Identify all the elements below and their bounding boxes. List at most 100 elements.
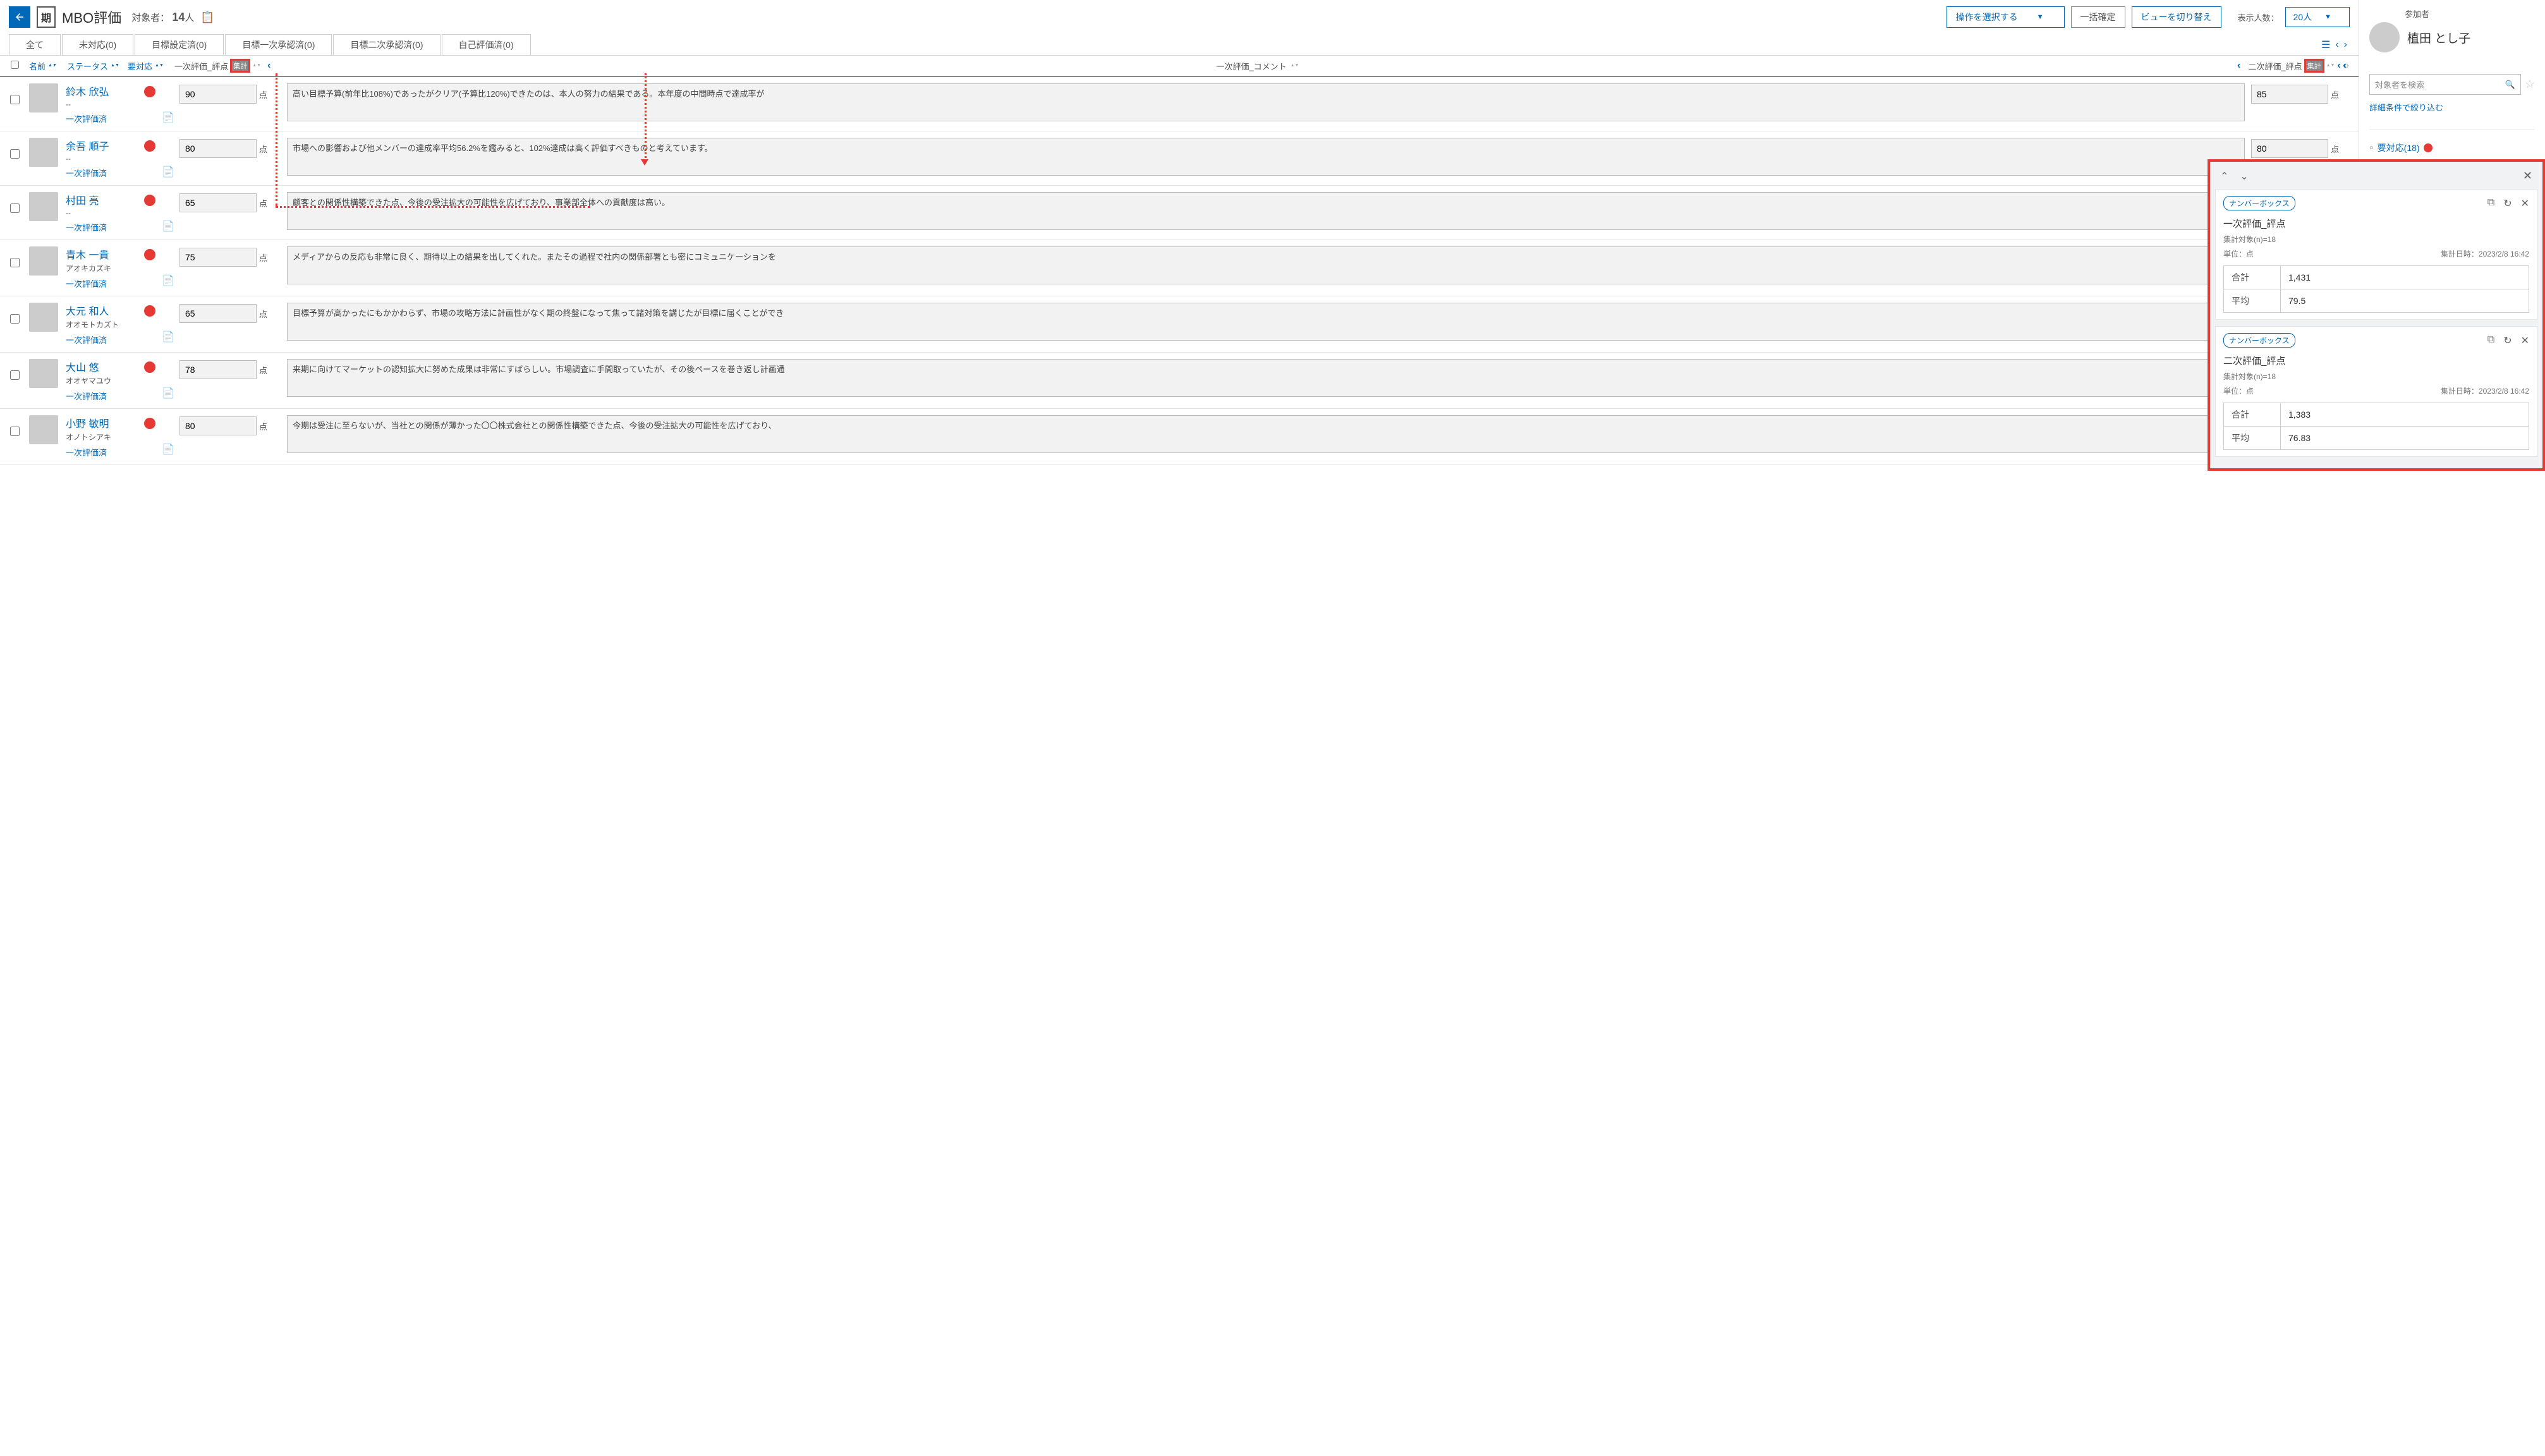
score1-input[interactable] — [179, 304, 257, 323]
main-pane: 期 MBO評価 対象者： 14人 📋 操作を選択する 一括確定 ビューを切り替え… — [0, 0, 2359, 465]
row-checkbox[interactable] — [10, 95, 20, 104]
tab-all[interactable]: 全て — [9, 34, 61, 55]
star-icon[interactable]: ☆ — [2525, 78, 2535, 91]
operation-select[interactable]: 操作を選択する — [1947, 6, 2065, 28]
score1-input[interactable] — [179, 85, 257, 104]
person-name-link[interactable]: 鈴木 欣弘 — [66, 83, 144, 99]
popup-down-icon[interactable]: ⌄ — [2240, 170, 2248, 183]
score2-input[interactable] — [2251, 85, 2328, 104]
clipboard-icon[interactable]: 📋 — [200, 11, 214, 24]
search-input[interactable]: 対象者を検索 🔍 — [2369, 74, 2521, 95]
comment-box[interactable]: 今期は受注に至らないが、当社との関係が薄かった〇〇株式会社との関係性構築できた点… — [287, 415, 2245, 453]
summary-nav: ⌃ ⌄ ✕ — [2215, 167, 2537, 189]
score1-input[interactable] — [179, 139, 257, 158]
document-icon[interactable]: 📄 — [162, 332, 174, 343]
avatar — [29, 83, 58, 112]
table-row: 青木 一貴 アオキカズキ 一次評価済 📄 点 メディアからの反応も非常に良く、期… — [0, 240, 2359, 296]
display-count-select[interactable]: 20人 — [2285, 7, 2350, 27]
col-need[interactable]: 要対応▲▼ — [128, 60, 169, 72]
select-all-checkbox[interactable] — [11, 61, 19, 69]
row-checkbox[interactable] — [10, 149, 20, 159]
col-next-icon[interactable]: › — [2346, 60, 2349, 71]
score1-input[interactable] — [179, 360, 257, 379]
status-dot-icon — [144, 86, 155, 97]
number-box-badge: ナンバーボックス — [2223, 333, 2295, 348]
switch-view-button[interactable]: ビューを切り替え — [2132, 6, 2221, 28]
status-dot-icon — [144, 418, 155, 429]
col-comment[interactable]: 一次評価_コメント▲▼ — [283, 60, 2232, 72]
row-checkbox[interactable] — [10, 258, 20, 267]
tab-goal-1st[interactable]: 目標一次承認済(0) — [225, 34, 332, 55]
bullet-icon: ○ — [2369, 144, 2374, 152]
tab-prev-icon[interactable]: ‹ — [2335, 39, 2338, 51]
col-prev-icon[interactable]: ‹ — [2337, 60, 2340, 71]
status-dot-icon — [144, 195, 155, 206]
back-button[interactable] — [9, 6, 30, 28]
need-action-item[interactable]: ○ 要対応(18) — [2369, 130, 2535, 154]
summary-table: 合計1,431 平均79.5 — [2223, 265, 2529, 313]
bulk-confirm-button[interactable]: 一括確定 — [2071, 6, 2125, 28]
comment-box[interactable]: メディアからの反応も非常に良く、期待以上の結果を出してくれた。またその過程で社内… — [287, 246, 2245, 284]
person-kana: オノトシアキ — [66, 432, 144, 442]
document-icon[interactable]: 📄 — [162, 167, 174, 178]
summary-card-1: ナンバーボックス ⧉ ↻ ✕ 一次評価_評点 集計対象(n)=18 単位：点 集… — [2215, 189, 2537, 320]
row-checkbox[interactable] — [10, 370, 20, 380]
sort-icon: ▲▼ — [1291, 64, 1299, 68]
score1-input[interactable] — [179, 416, 257, 435]
sort-icon: ▲▼ — [2326, 64, 2335, 68]
person-name-link[interactable]: 大元 和人 — [66, 303, 144, 318]
col-name[interactable]: 名前▲▼ — [29, 60, 67, 72]
aggregate-badge-2[interactable]: 集計 — [2305, 59, 2324, 72]
row-checkbox[interactable] — [10, 314, 20, 324]
table-row: 大山 悠 オオヤマユウ 一次評価済 📄 点 来期に向けてマーケットの認知拡大に努… — [0, 353, 2359, 409]
comment-box[interactable]: 高い目標予算(前年比108%)であったがクリア(予算比120%)できたのは、本人… — [287, 83, 2245, 121]
aggregate-badge-1[interactable]: 集計 — [231, 59, 250, 72]
close-icon[interactable]: ✕ — [2521, 334, 2529, 347]
person-name-link[interactable]: 小野 敏明 — [66, 415, 144, 430]
row-checkbox[interactable] — [10, 427, 20, 436]
person-status: 一次評価済 — [66, 334, 144, 346]
col-score2[interactable]: ‹ 二次評価_評点 集計 ▲▼ ‹ ‹‹ › — [2232, 59, 2359, 72]
comment-box[interactable]: 顧客との関係性構築できた点、今後の受注拡大の可能性を広げており、事業部全体への貢… — [287, 192, 2245, 230]
document-icon[interactable]: 📄 — [162, 444, 174, 455]
refresh-icon[interactable]: ↻ — [2503, 334, 2512, 347]
person-name-link[interactable]: 余吾 順子 — [66, 138, 144, 153]
participant-name: 植田 とし子 — [2407, 29, 2470, 46]
rows-container: 鈴木 欣弘 -- 一次評価済 📄 点 高い目標予算(前年比108%)であったがク… — [0, 77, 2359, 465]
col-prev-icon[interactable]: ‹ — [267, 60, 270, 71]
popup-close-button[interactable]: ✕ — [2523, 169, 2532, 183]
col-status[interactable]: ステータス▲▼ — [67, 60, 128, 72]
tab-pending[interactable]: 未対応(0) — [62, 34, 133, 55]
document-icon[interactable]: 📄 — [162, 388, 174, 399]
popup-up-icon[interactable]: ⌃ — [2220, 170, 2228, 183]
score1-input[interactable] — [179, 248, 257, 267]
col-score1[interactable]: 一次評価_評点 集計 ▲▼ ‹ — [169, 59, 283, 72]
document-icon[interactable]: 📄 — [162, 276, 174, 286]
copy-icon[interactable]: ⧉ — [2487, 197, 2494, 210]
row-checkbox[interactable] — [10, 203, 20, 213]
filter-link[interactable]: 詳細条件で絞り込む — [2369, 101, 2535, 113]
annotation-arrow-icon — [641, 159, 648, 166]
tab-self-eval[interactable]: 自己評価済(0) — [442, 34, 531, 55]
person-name-link[interactable]: 村田 亮 — [66, 192, 144, 207]
tab-next-icon[interactable]: › — [2344, 39, 2347, 51]
comment-box[interactable]: 来期に向けてマーケットの認知拡大に努めた成果は非常にすばらしい。市場調査に手間取… — [287, 359, 2245, 397]
person-name-link[interactable]: 大山 悠 — [66, 359, 144, 374]
tab-goal-set[interactable]: 目標設定済(0) — [135, 34, 224, 55]
tab-goal-2nd[interactable]: 目標二次承認済(0) — [333, 34, 440, 55]
document-icon[interactable]: 📄 — [162, 221, 174, 232]
close-icon[interactable]: ✕ — [2521, 197, 2529, 210]
document-icon[interactable]: 📄 — [162, 112, 174, 123]
person-name-link[interactable]: 青木 一貴 — [66, 246, 144, 262]
score-unit: 点 — [259, 88, 267, 100]
score1-input[interactable] — [179, 193, 257, 212]
hamburger-icon[interactable]: ☰ — [2321, 39, 2330, 51]
col-prev-icon[interactable]: ‹ — [2237, 60, 2240, 71]
annotation-line — [276, 73, 277, 206]
need-action-link[interactable]: 要対応(18) — [2378, 142, 2420, 154]
copy-icon[interactable]: ⧉ — [2487, 334, 2494, 347]
refresh-icon[interactable]: ↻ — [2503, 197, 2512, 210]
comment-box[interactable]: 市場への影響および他メンバーの達成率平均56.2%を鑑みると、102%達成は高く… — [287, 138, 2245, 176]
comment-box[interactable]: 目標予算が高かったにもかかわらず、市場の攻略方法に計画性がなく期の終盤になって焦… — [287, 303, 2245, 341]
score2-input[interactable] — [2251, 139, 2328, 158]
